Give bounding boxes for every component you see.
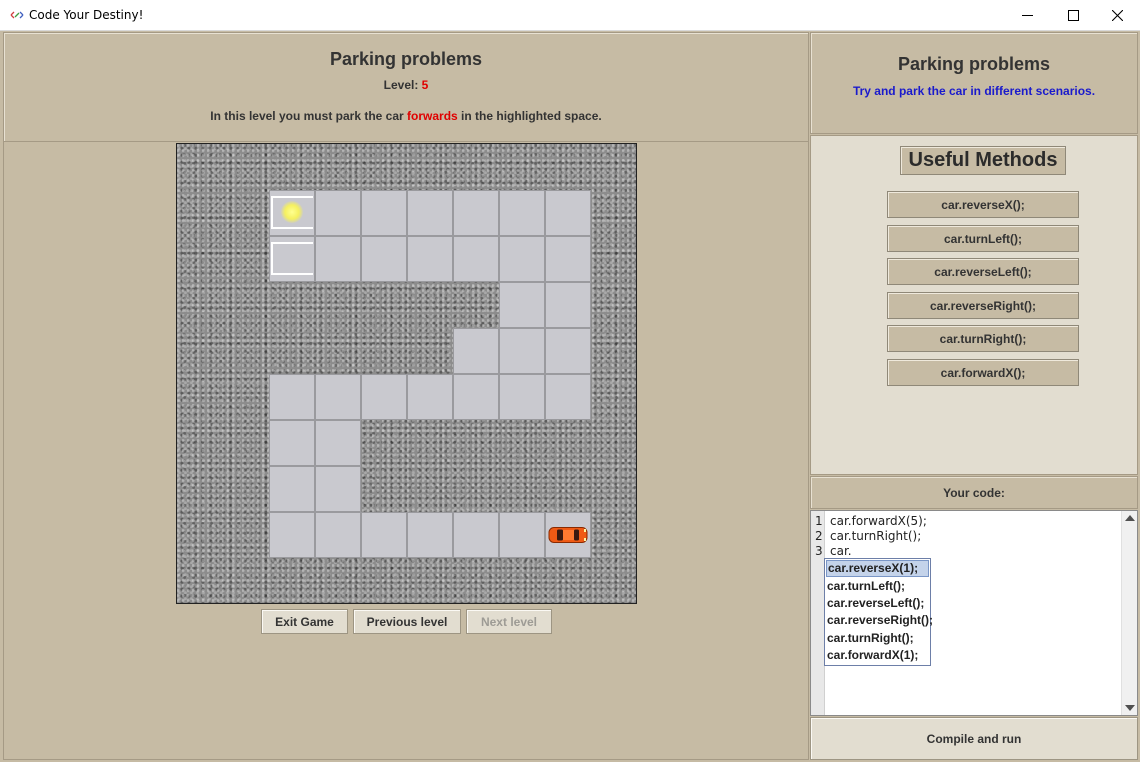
method-button-reverseright[interactable]: car.reverseRight(); xyxy=(887,292,1079,319)
road-tile xyxy=(407,190,453,236)
instruction-before: In this level you must park the car xyxy=(210,109,408,123)
level-header-panel: Parking problems Level: 5 In this level … xyxy=(3,32,809,142)
road-tile xyxy=(407,236,453,282)
road-tile xyxy=(499,374,545,420)
road-tile xyxy=(407,512,453,558)
road-tile xyxy=(499,512,545,558)
useful-methods-title: Useful Methods xyxy=(900,146,1066,175)
road-tile xyxy=(315,190,361,236)
instruction-highlight: forwards xyxy=(407,109,458,123)
level-instruction: In this level you must park the car forw… xyxy=(4,109,808,123)
autocomplete-item[interactable]: car.reverseLeft(); xyxy=(826,595,929,612)
road-tile xyxy=(315,512,361,558)
level-indicator: Level: 5 xyxy=(4,78,808,92)
scenario-title: Parking problems xyxy=(897,54,1051,74)
maximize-button[interactable] xyxy=(1050,0,1096,30)
line-number: 2 xyxy=(815,529,823,543)
autocomplete-item[interactable]: car.reverseRight(); xyxy=(826,612,933,629)
car-icon xyxy=(548,527,588,543)
road-tile xyxy=(545,374,591,420)
road-tile xyxy=(499,282,545,328)
road-tile xyxy=(361,374,407,420)
road-tile xyxy=(269,512,315,558)
close-button[interactable] xyxy=(1094,0,1140,30)
code-line[interactable]: car. xyxy=(830,544,852,558)
road-tile xyxy=(545,236,591,282)
road-tile xyxy=(499,190,545,236)
scenario-subtitle: Try and park the car in different scenar… xyxy=(852,84,1096,98)
window-title-bar: Code Your Destiny! xyxy=(0,0,1140,31)
road-tile xyxy=(361,236,407,282)
line-number: 3 xyxy=(815,544,823,558)
line-number: 1 xyxy=(815,514,823,528)
level-label: Level: xyxy=(383,78,422,92)
autocomplete-item[interactable]: car.turnLeft(); xyxy=(826,578,929,595)
editor-scrollbar[interactable] xyxy=(1121,511,1137,715)
level-title: Parking problems xyxy=(329,49,483,69)
maximize-icon xyxy=(1068,10,1079,21)
parking-board xyxy=(176,143,637,604)
line-number-gutter: 1 2 3 xyxy=(811,511,825,715)
autocomplete-item[interactable]: car.forwardX(1); xyxy=(826,647,929,664)
exit-game-button[interactable]: Exit Game xyxy=(261,609,348,634)
road-tile xyxy=(545,190,591,236)
close-icon xyxy=(1112,10,1123,21)
road-tile xyxy=(407,374,453,420)
minimize-icon xyxy=(1022,15,1033,16)
road-tile xyxy=(453,328,499,374)
compile-and-run-button[interactable]: Compile and run xyxy=(810,717,1138,760)
autocomplete-item[interactable]: car.turnRight(); xyxy=(826,630,929,647)
road-tile xyxy=(315,236,361,282)
method-button-forwardx[interactable]: car.forwardX(); xyxy=(887,359,1079,386)
road-tile xyxy=(361,190,407,236)
minimize-button[interactable] xyxy=(1004,0,1050,30)
scroll-down-icon[interactable] xyxy=(1125,705,1135,711)
road-tile xyxy=(269,420,315,466)
road-tile xyxy=(499,236,545,282)
road-tile xyxy=(315,374,361,420)
parking-spot xyxy=(271,242,313,275)
method-button-turnleft[interactable]: car.turnLeft(); xyxy=(887,225,1079,252)
road-tile xyxy=(361,512,407,558)
previous-level-button[interactable]: Previous level xyxy=(353,609,461,634)
code-line[interactable]: car.forwardX(5); xyxy=(830,514,927,528)
road-tile xyxy=(315,466,361,512)
road-tile xyxy=(269,374,315,420)
method-button-reverseleft[interactable]: car.reverseLeft(); xyxy=(887,258,1079,285)
road-tile xyxy=(453,190,499,236)
method-button-reversex[interactable]: car.reverseX(); xyxy=(887,191,1079,218)
road-tile xyxy=(315,420,361,466)
code-line[interactable]: car.turnRight(); xyxy=(830,529,921,543)
scroll-up-icon[interactable] xyxy=(1125,515,1135,521)
road-tile xyxy=(269,466,315,512)
next-level-button: Next level xyxy=(466,609,552,634)
scenario-info-panel: Parking problems Try and park the car in… xyxy=(810,32,1138,134)
instruction-after: in the highlighted space. xyxy=(457,109,602,123)
app-icon xyxy=(10,11,24,19)
highlighted-spot-marker xyxy=(281,201,303,223)
autocomplete-popup: car.reverseX(1); car.turnLeft(); car.rev… xyxy=(824,558,933,666)
method-button-turnright[interactable]: car.turnRight(); xyxy=(887,325,1079,352)
road-tile xyxy=(453,374,499,420)
autocomplete-item[interactable]: car.reverseX(1); xyxy=(826,560,929,577)
road-tile xyxy=(499,328,545,374)
level-number: 5 xyxy=(421,78,429,92)
road-tile xyxy=(453,512,499,558)
your-code-label: Your code: xyxy=(810,476,1138,509)
road-tile xyxy=(545,328,591,374)
road-tile xyxy=(545,282,591,328)
road-tile xyxy=(453,236,499,282)
window-title: Code Your Destiny! xyxy=(29,8,144,22)
